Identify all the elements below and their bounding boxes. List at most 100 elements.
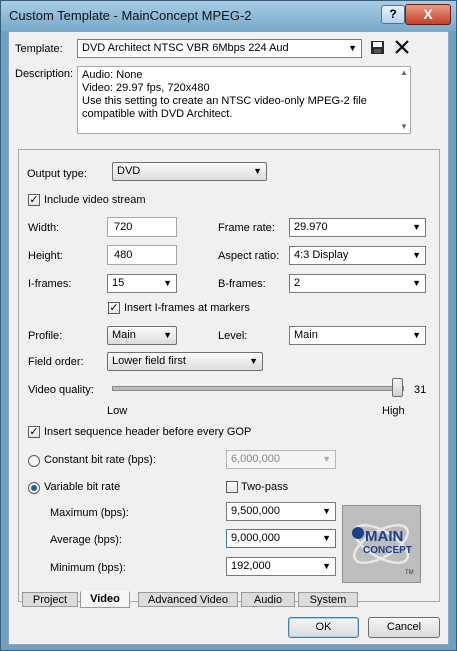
- width-input[interactable]: 720: [107, 217, 177, 237]
- constant-bitrate-value: 6,000,000: [231, 453, 280, 465]
- level-value: Main: [294, 329, 318, 341]
- chevron-down-icon: ▼: [322, 533, 331, 543]
- mainconcept-logo: MAIN CONCEPT TM: [342, 505, 421, 583]
- width-label: Width:: [28, 222, 60, 234]
- template-dropdown[interactable]: DVD Architect NTSC VBR 6Mbps 224 Aud ▼: [77, 39, 362, 58]
- chevron-down-icon: ▼: [163, 278, 172, 288]
- b-frames-label: B-frames:: [218, 278, 266, 290]
- window-title: Custom Template - MainConcept MPEG-2: [9, 8, 252, 23]
- chevron-down-icon: ▼: [163, 330, 172, 340]
- description-line: Use this setting to create an NTSC video…: [82, 95, 367, 107]
- tab-strip: Project Video Advanced Video Audio Syste…: [18, 591, 440, 608]
- logo-text-concept: CONCEPT: [363, 545, 412, 556]
- delete-icon[interactable]: [394, 39, 410, 55]
- tab-system[interactable]: System: [298, 592, 358, 607]
- output-type-label: Output type:: [27, 168, 87, 180]
- description-scrollbar[interactable]: ▲ ▼: [397, 67, 410, 133]
- profile-label: Profile:: [28, 330, 63, 342]
- insert-iframes-label: Insert I-frames at markers: [124, 302, 250, 314]
- video-quality-value: 31: [414, 384, 427, 396]
- chevron-down-icon: ▼: [348, 43, 357, 53]
- average-dropdown[interactable]: 9,000,000 ▼: [226, 529, 336, 548]
- two-pass-checkbox[interactable]: [226, 481, 238, 493]
- scroll-down-icon[interactable]: ▼: [400, 122, 408, 131]
- aspect-ratio-value: 4:3 Display: [294, 249, 349, 261]
- template-value: DVD Architect NTSC VBR 6Mbps 224 Aud: [82, 42, 289, 54]
- frame-rate-label: Frame rate:: [218, 222, 275, 234]
- chevron-down-icon: ▼: [412, 250, 421, 260]
- output-type-dropdown[interactable]: DVD ▼: [112, 162, 267, 181]
- aspect-ratio-dropdown[interactable]: 4:3 Display ▼: [289, 246, 426, 265]
- video-quality-slider-thumb[interactable]: [392, 378, 403, 397]
- field-order-value: Lower field first: [112, 355, 186, 367]
- logo-trademark: TM: [405, 570, 414, 576]
- height-input[interactable]: 480: [107, 245, 177, 265]
- description-textbox[interactable]: Audio: None Video: 29.97 fps, 720x480 Us…: [77, 66, 411, 134]
- insert-seq-header-checkbox[interactable]: ✓: [28, 426, 40, 438]
- video-quality-slider-track[interactable]: [112, 386, 404, 391]
- b-frames-value: 2: [294, 277, 301, 289]
- field-order-dropdown[interactable]: Lower field first ▼: [107, 352, 263, 371]
- average-value: 9,000,000: [231, 532, 280, 544]
- chevron-down-icon: ▼: [253, 166, 262, 176]
- description-line: Audio: None: [82, 69, 143, 81]
- description-line: compatible with DVD Architect.: [82, 108, 233, 120]
- chevron-down-icon: ▼: [322, 454, 331, 464]
- level-dropdown[interactable]: Main ▼: [289, 326, 426, 345]
- chevron-down-icon: ▼: [412, 330, 421, 340]
- insert-iframes-checkbox[interactable]: ✓: [108, 302, 120, 314]
- tab-audio[interactable]: Audio: [241, 592, 295, 607]
- aspect-ratio-label: Aspect ratio:: [218, 250, 280, 262]
- profile-dropdown[interactable]: Main ▼: [107, 326, 177, 345]
- constant-bitrate-label: Constant bit rate (bps):: [44, 454, 156, 466]
- logo-text-main: MAIN: [365, 528, 404, 545]
- maximum-dropdown[interactable]: 9,500,000 ▼: [226, 502, 336, 521]
- maximum-label: Maximum (bps):: [50, 507, 129, 519]
- average-label: Average (bps):: [50, 534, 122, 546]
- variable-bitrate-radio[interactable]: [28, 482, 40, 494]
- tab-project[interactable]: Project: [22, 592, 78, 607]
- chevron-down-icon: ▼: [249, 356, 258, 366]
- height-label: Height:: [28, 250, 63, 262]
- include-video-checkbox[interactable]: ✓: [28, 194, 40, 206]
- video-quality-label: Video quality:: [28, 384, 94, 396]
- maximum-value: 9,500,000: [231, 505, 280, 517]
- video-quality-high-label: High: [382, 405, 405, 417]
- i-frames-dropdown[interactable]: 15 ▼: [107, 274, 177, 293]
- field-order-label: Field order:: [28, 356, 84, 368]
- video-quality-low-label: Low: [107, 405, 128, 417]
- scroll-up-icon[interactable]: ▲: [400, 68, 408, 77]
- chevron-down-icon: ▼: [412, 222, 421, 232]
- template-label: Template:: [15, 43, 63, 55]
- profile-value: Main: [112, 329, 136, 341]
- save-icon[interactable]: [370, 40, 385, 55]
- minimum-value: 192,000: [231, 560, 271, 572]
- ok-button[interactable]: OK: [288, 617, 359, 638]
- i-frames-value: 15: [112, 277, 125, 289]
- insert-seq-header-label: Insert sequence header before every GOP: [44, 426, 252, 438]
- description-label: Description:: [15, 68, 74, 80]
- i-frames-label: I-frames:: [28, 278, 72, 290]
- close-button[interactable]: X: [405, 4, 451, 25]
- tab-video[interactable]: Video: [80, 591, 130, 608]
- cancel-button[interactable]: Cancel: [368, 617, 440, 638]
- variable-bitrate-label: Variable bit rate: [44, 481, 121, 493]
- dialog-client-area: Template: DVD Architect NTSC VBR 6Mbps 2…: [8, 31, 449, 645]
- frame-rate-dropdown[interactable]: 29.970 ▼: [289, 218, 426, 237]
- description-line: Video: 29.97 fps, 720x480: [82, 82, 210, 94]
- b-frames-dropdown[interactable]: 2 ▼: [289, 274, 426, 293]
- include-video-label: Include video stream: [44, 194, 146, 206]
- title-bar[interactable]: Custom Template - MainConcept MPEG-2 ? X: [1, 1, 456, 31]
- two-pass-label: Two-pass: [241, 481, 289, 493]
- output-type-value: DVD: [117, 165, 141, 177]
- frame-rate-value: 29.970: [294, 221, 328, 233]
- minimum-label: Minimum (bps):: [50, 562, 126, 574]
- constant-bitrate-dropdown[interactable]: 6,000,000 ▼: [226, 450, 336, 469]
- minimum-dropdown[interactable]: 192,000 ▼: [226, 557, 336, 576]
- chevron-down-icon: ▼: [322, 561, 331, 571]
- level-label: Level:: [218, 330, 248, 342]
- tab-advanced-video[interactable]: Advanced Video: [138, 592, 238, 607]
- chevron-down-icon: ▼: [412, 278, 421, 288]
- help-button[interactable]: ?: [381, 5, 405, 24]
- constant-bitrate-radio[interactable]: [28, 455, 40, 467]
